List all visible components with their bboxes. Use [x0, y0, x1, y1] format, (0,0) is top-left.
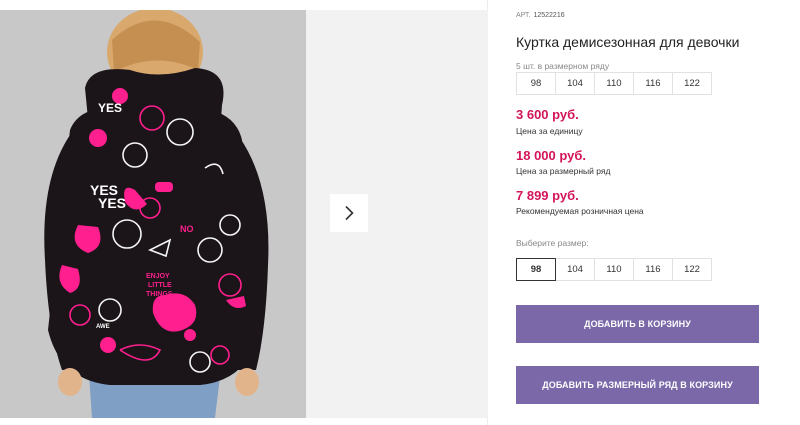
product-photo[interactable]: YES YES YES NO ENJOY LITTLE THINGS AWE: [0, 10, 306, 418]
product-gallery: YES YES YES NO ENJOY LITTLE THINGS AWE: [0, 0, 488, 425]
retail-price-label: Рекомендуемая розничная цена: [516, 206, 644, 216]
size-row-item: 116: [633, 72, 673, 95]
sku: АРТ. 12522216: [516, 12, 565, 19]
retail-price: 7 899 руб.: [516, 188, 579, 203]
sku-value: 12522216: [533, 12, 565, 19]
size-row-price-label: Цена за размерный ряд: [516, 166, 611, 176]
svg-text:THINGS: THINGS: [146, 291, 173, 298]
next-photo-button[interactable]: [330, 194, 368, 232]
product-title: Куртка демисезонная для девочки: [516, 34, 740, 50]
size-row-label: 5 шт. в размерном ряду: [516, 61, 610, 71]
add-to-cart-button[interactable]: ДОБАВИТЬ В КОРЗИНУ: [516, 305, 759, 343]
add-size-row-to-cart-button[interactable]: ДОБАВИТЬ РАЗМЕРНЫЙ РЯД В КОРЗИНУ: [516, 366, 759, 404]
svg-text:YES: YES: [98, 101, 122, 115]
size-option-104[interactable]: 104: [555, 258, 595, 281]
chevron-right-icon: [345, 205, 354, 221]
choose-size-label: Выберите размер:: [516, 238, 589, 248]
size-row-item: 104: [555, 72, 595, 95]
size-row-price: 18 000 руб.: [516, 148, 587, 163]
size-option-122[interactable]: 122: [672, 258, 712, 281]
size-row-item: 98: [516, 72, 556, 95]
svg-text:AWE: AWE: [96, 324, 110, 330]
unit-price-label: Цена за единицу: [516, 126, 583, 136]
size-option-110[interactable]: 110: [594, 258, 634, 281]
unit-price: 3 600 руб.: [516, 107, 579, 122]
svg-text:NO: NO: [180, 224, 194, 234]
jacket-illustration: YES YES YES NO ENJOY LITTLE THINGS AWE: [0, 10, 306, 418]
svg-text:LITTLE: LITTLE: [148, 282, 172, 289]
size-selector: 98 104 110 116 122: [516, 258, 712, 281]
size-row-item: 110: [594, 72, 634, 95]
size-option-116[interactable]: 116: [633, 258, 673, 281]
size-row-item: 122: [672, 72, 712, 95]
size-option-98[interactable]: 98: [516, 258, 556, 281]
sku-label: АРТ.: [516, 12, 531, 19]
svg-text:YES: YES: [98, 195, 126, 211]
size-row-list: 98 104 110 116 122: [516, 72, 712, 95]
svg-text:ENJOY: ENJOY: [146, 273, 170, 280]
